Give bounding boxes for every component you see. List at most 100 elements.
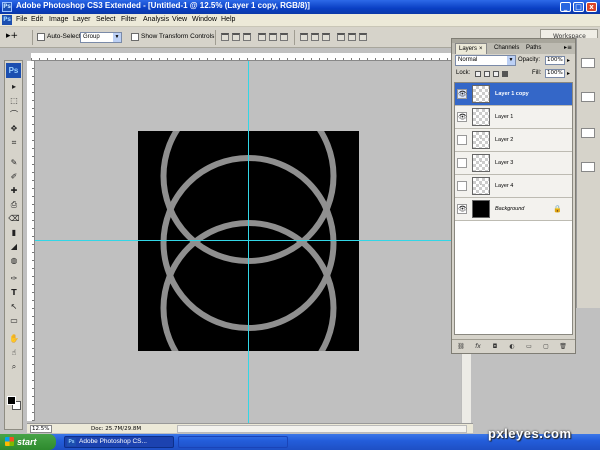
blend-mode-dropdown[interactable]: Normal ▼ bbox=[455, 55, 516, 66]
visibility-toggle[interactable] bbox=[457, 158, 467, 168]
menu-window[interactable]: Window bbox=[192, 16, 217, 23]
layer-name[interactable]: Layer 1 bbox=[495, 114, 513, 120]
fill-field[interactable]: 100% bbox=[545, 69, 565, 78]
new-group-icon[interactable]: ▭ bbox=[525, 343, 533, 351]
adjustment-layer-icon[interactable]: ◐ bbox=[508, 343, 516, 351]
document-control-icon[interactable]: Ps bbox=[2, 15, 12, 25]
pen-tool-icon[interactable]: ✑ bbox=[8, 273, 20, 284]
maximize-button[interactable]: □ bbox=[573, 2, 584, 12]
layer-name[interactable]: Layer 2 bbox=[495, 137, 513, 143]
document-size-info[interactable]: Doc: 25.7M/29.8M bbox=[91, 425, 141, 433]
distribute-right-icon[interactable] bbox=[359, 33, 367, 41]
menu-file[interactable]: File bbox=[16, 16, 27, 23]
visibility-toggle[interactable] bbox=[457, 181, 467, 191]
distribute-bottom-icon[interactable] bbox=[322, 33, 330, 41]
align-vcenter-icon[interactable] bbox=[232, 33, 240, 41]
type-tool-icon[interactable]: T bbox=[8, 287, 20, 298]
distribute-hcenter-icon[interactable] bbox=[348, 33, 356, 41]
menu-view[interactable]: View bbox=[172, 16, 187, 23]
layer-row[interactable]: · Layer 2 bbox=[455, 129, 572, 152]
collapsed-panel-swatch[interactable] bbox=[581, 92, 595, 102]
brush-tool-icon[interactable]: ✐ bbox=[8, 171, 20, 182]
layer-thumbnail[interactable]: · bbox=[472, 131, 490, 149]
collapsed-panel-swatch[interactable] bbox=[581, 162, 595, 172]
layer-name[interactable]: Background bbox=[495, 206, 524, 212]
layer-thumbnail[interactable]: · bbox=[472, 154, 490, 172]
hand-tool-icon[interactable]: ✋ bbox=[8, 333, 20, 344]
add-mask-icon[interactable]: ◘ bbox=[491, 343, 499, 351]
layer-row[interactable]: 👁 Layer 1 bbox=[455, 106, 572, 129]
history-brush-tool-icon[interactable]: ⎙ bbox=[8, 199, 20, 210]
layer-row[interactable]: 👁 Layer 1 copy bbox=[455, 83, 572, 106]
align-top-icon[interactable] bbox=[221, 33, 229, 41]
horizontal-guide[interactable] bbox=[35, 240, 461, 241]
tab-paths[interactable]: Paths bbox=[523, 43, 544, 54]
crop-tool-icon[interactable]: ⌗ bbox=[8, 137, 20, 148]
lasso-tool-icon[interactable]: ⌒ bbox=[8, 109, 20, 120]
align-right-icon[interactable] bbox=[280, 33, 288, 41]
new-layer-icon[interactable]: ▢ bbox=[542, 343, 550, 351]
dodge-tool-icon[interactable]: ◍ bbox=[8, 255, 20, 266]
visibility-toggle[interactable] bbox=[457, 135, 467, 145]
shape-tool-icon[interactable]: ▭ bbox=[8, 315, 20, 326]
distribute-top-icon[interactable] bbox=[300, 33, 308, 41]
distribute-left-icon[interactable] bbox=[337, 33, 345, 41]
layer-row[interactable]: · Layer 4 bbox=[455, 175, 572, 198]
start-button[interactable]: start bbox=[0, 434, 56, 450]
chevron-right-icon[interactable]: ▸ bbox=[567, 70, 570, 77]
layer-name[interactable]: Layer 1 copy bbox=[495, 91, 529, 97]
opacity-field[interactable]: 100% bbox=[545, 56, 565, 65]
tab-channels[interactable]: Channels bbox=[491, 43, 522, 54]
layer-name[interactable]: Layer 4 bbox=[495, 183, 513, 189]
layer-name[interactable]: Layer 3 bbox=[495, 160, 513, 166]
collapsed-panel-swatch[interactable] bbox=[581, 58, 595, 68]
tool-preset-picker[interactable]: ▸+ bbox=[6, 31, 28, 44]
zoom-level-field[interactable]: 12.5% bbox=[30, 425, 52, 433]
menu-select[interactable]: Select bbox=[96, 16, 115, 23]
auto-select-checkbox[interactable] bbox=[37, 33, 45, 41]
move-tool-icon[interactable]: ▸ bbox=[8, 81, 20, 92]
lock-all-icon[interactable] bbox=[502, 71, 508, 77]
menu-analysis[interactable]: Analysis bbox=[143, 16, 169, 23]
menu-filter[interactable]: Filter bbox=[121, 16, 137, 23]
zoom-tool-icon[interactable]: ⌕ bbox=[8, 361, 20, 372]
taskbar-item-photoshop[interactable]: Ps Adobe Photoshop CS... bbox=[64, 436, 174, 448]
distribute-vcenter-icon[interactable] bbox=[311, 33, 319, 41]
menu-image[interactable]: Image bbox=[49, 16, 68, 23]
layer-thumbnail[interactable] bbox=[472, 200, 490, 218]
tab-layers[interactable]: Layers × bbox=[455, 43, 487, 54]
photoshop-logo[interactable]: Ps bbox=[6, 63, 21, 78]
chevron-right-icon[interactable]: ▸ bbox=[567, 57, 570, 64]
magic-wand-tool-icon[interactable]: ✥ bbox=[8, 123, 20, 134]
add-layer-style-icon[interactable]: fx bbox=[474, 343, 482, 351]
layer-row[interactable]: 👁 Background 🔒 bbox=[455, 198, 572, 221]
gradient-tool-icon[interactable]: ▮ bbox=[8, 227, 20, 238]
trash-icon[interactable]: 🗑 bbox=[559, 343, 567, 351]
align-left-icon[interactable] bbox=[258, 33, 266, 41]
panel-menu-icon[interactable]: ▸≡ bbox=[564, 44, 572, 51]
eye-icon[interactable]: 👁 bbox=[457, 112, 467, 122]
menu-edit[interactable]: Edit bbox=[31, 16, 43, 23]
marquee-tool-icon[interactable]: ⬚ bbox=[8, 95, 20, 106]
blur-tool-icon[interactable]: ◢ bbox=[8, 241, 20, 252]
lock-position-icon[interactable] bbox=[493, 71, 499, 77]
close-icon[interactable]: × bbox=[479, 46, 483, 52]
layer-thumbnail[interactable] bbox=[472, 85, 490, 103]
eraser-tool-icon[interactable]: ⌫ bbox=[8, 213, 20, 224]
layer-thumbnail[interactable] bbox=[472, 108, 490, 126]
menu-layer[interactable]: Layer bbox=[73, 16, 91, 23]
show-transform-checkbox[interactable] bbox=[131, 33, 139, 41]
horizontal-ruler[interactable] bbox=[31, 53, 471, 61]
eye-icon[interactable]: 👁 bbox=[457, 204, 467, 214]
lock-image-icon[interactable] bbox=[484, 71, 490, 77]
healing-brush-tool-icon[interactable]: ✎ bbox=[8, 157, 20, 168]
close-button[interactable]: x bbox=[586, 2, 597, 12]
align-hcenter-icon[interactable] bbox=[269, 33, 277, 41]
eye-icon[interactable]: 👁 bbox=[457, 89, 467, 99]
eyedropper-tool-icon[interactable]: ☝ bbox=[8, 347, 20, 358]
foreground-color-swatch[interactable] bbox=[7, 396, 16, 405]
auto-select-dropdown[interactable]: Group ▼ bbox=[80, 32, 122, 43]
collapsed-panel-swatch[interactable] bbox=[581, 128, 595, 138]
layer-row[interactable]: · Layer 3 bbox=[455, 152, 572, 175]
lock-transparency-icon[interactable] bbox=[475, 71, 481, 77]
